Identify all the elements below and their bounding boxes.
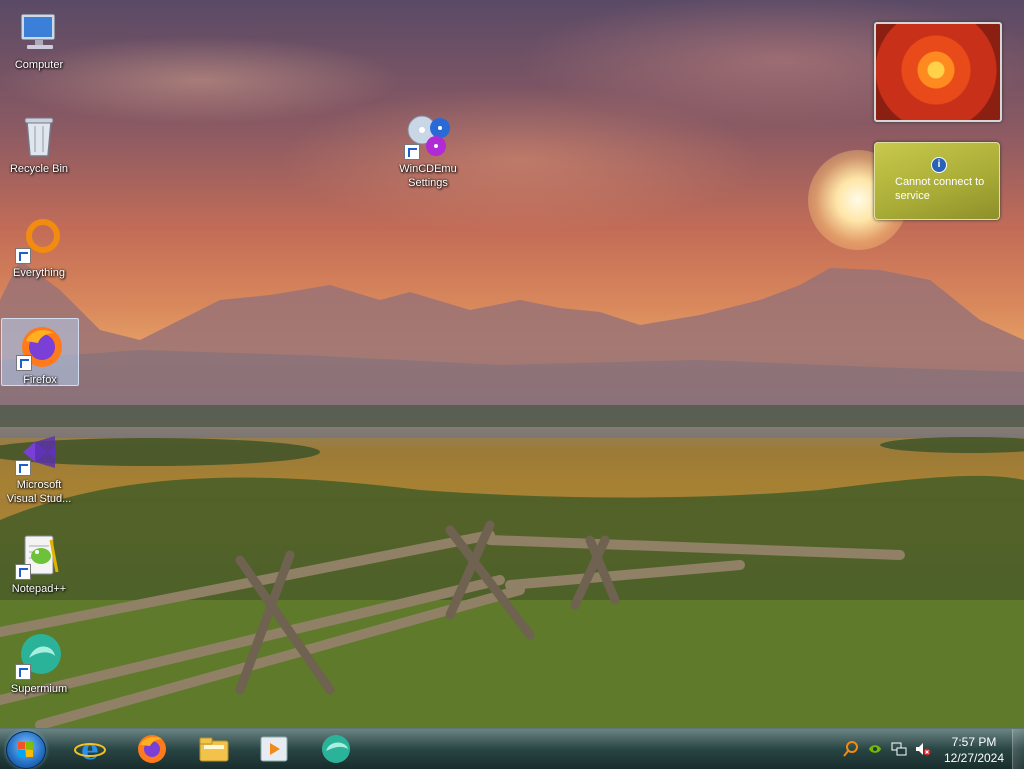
start-button[interactable] xyxy=(6,731,46,769)
wincdemu-icon xyxy=(404,112,452,160)
desktop-icon-label: Computer xyxy=(14,59,64,71)
tray-everything[interactable] xyxy=(840,729,862,769)
slideshow-gadget[interactable] xyxy=(874,22,1002,122)
shortcut-arrow-icon xyxy=(15,460,31,476)
tray-network[interactable] xyxy=(888,729,910,769)
search-everything-icon xyxy=(843,741,858,757)
desktop-icon-firefox[interactable]: Firefox xyxy=(1,318,79,386)
shortcut-arrow-icon xyxy=(15,664,31,680)
desktop-icon-label: Recycle Bin xyxy=(9,163,69,175)
desktop[interactable]: Computer Recycle Bin Everything Firefox … xyxy=(0,0,1024,728)
visual-studio-icon xyxy=(15,428,63,476)
supermium-icon xyxy=(15,632,63,680)
weather-gadget[interactable]: i Cannot connect to service xyxy=(874,142,1000,220)
taskbar-firefox[interactable] xyxy=(130,731,174,767)
file-explorer-icon xyxy=(199,737,229,762)
clock-time: 7:57 PM xyxy=(951,735,997,749)
desktop-icon-everything[interactable]: Everything xyxy=(1,212,77,280)
desktop-icon-recycle-bin[interactable]: Recycle Bin xyxy=(1,108,77,176)
taskbar-supermium[interactable] xyxy=(314,731,358,767)
media-player-icon xyxy=(260,736,288,762)
svg-text:e: e xyxy=(81,733,99,765)
network-icon xyxy=(891,742,907,756)
tray-nvidia[interactable] xyxy=(864,729,886,769)
info-icon: i xyxy=(931,157,947,173)
computer-icon xyxy=(15,8,63,56)
firefox-icon xyxy=(138,735,166,763)
desktop-icon-label: Microsoft Visual Stud... xyxy=(6,479,72,505)
tray-volume[interactable] xyxy=(912,729,934,769)
desktop-icon-label: Notepad++ xyxy=(11,583,67,595)
windows-flag-icon xyxy=(18,742,34,758)
tray-clock[interactable]: 7:57 PM 12/27/2024 xyxy=(936,734,1012,766)
desktop-icon-visual-studio[interactable]: Microsoft Visual Stud... xyxy=(1,424,77,506)
desktop-icon-label: Supermium xyxy=(10,683,68,695)
desktop-icon-label: WinCDEmu Settings xyxy=(399,163,457,189)
taskbar-internet-explorer[interactable]: e xyxy=(68,731,112,767)
shortcut-arrow-icon xyxy=(16,355,32,371)
firefox-icon xyxy=(16,323,64,371)
desktop-icon-label: Firefox xyxy=(23,374,57,386)
taskbar: e 7:57 PM 12/27/2024 xyxy=(0,728,1024,769)
desktop-icon-supermium[interactable]: Supermium xyxy=(1,628,77,696)
wallpaper-landscape xyxy=(0,260,1024,728)
supermium-icon xyxy=(322,735,350,763)
desktop-icon-wincdemu-settings[interactable]: WinCDEmu Settings xyxy=(390,108,466,190)
everything-icon xyxy=(15,216,63,264)
volume-muted-icon xyxy=(916,743,931,756)
clock-date: 12/27/2024 xyxy=(943,751,1005,765)
show-desktop-button[interactable] xyxy=(1012,729,1024,769)
shortcut-arrow-icon xyxy=(15,564,31,580)
weather-gadget-message: Cannot connect to service xyxy=(895,176,985,202)
nvidia-icon xyxy=(869,745,881,753)
desktop-icon-label: Everything xyxy=(13,267,65,279)
notepad-plus-plus-icon xyxy=(15,532,63,580)
internet-explorer-icon: e xyxy=(74,733,106,765)
shortcut-arrow-icon xyxy=(15,248,31,264)
shortcut-arrow-icon xyxy=(404,144,420,160)
desktop-icon-notepad-plus-plus[interactable]: Notepad++ xyxy=(1,528,77,596)
recycle-bin-icon xyxy=(15,112,63,160)
desktop-icon-computer[interactable]: Computer xyxy=(1,4,77,72)
taskbar-media-player[interactable] xyxy=(252,731,296,767)
taskbar-file-explorer[interactable] xyxy=(192,731,236,767)
